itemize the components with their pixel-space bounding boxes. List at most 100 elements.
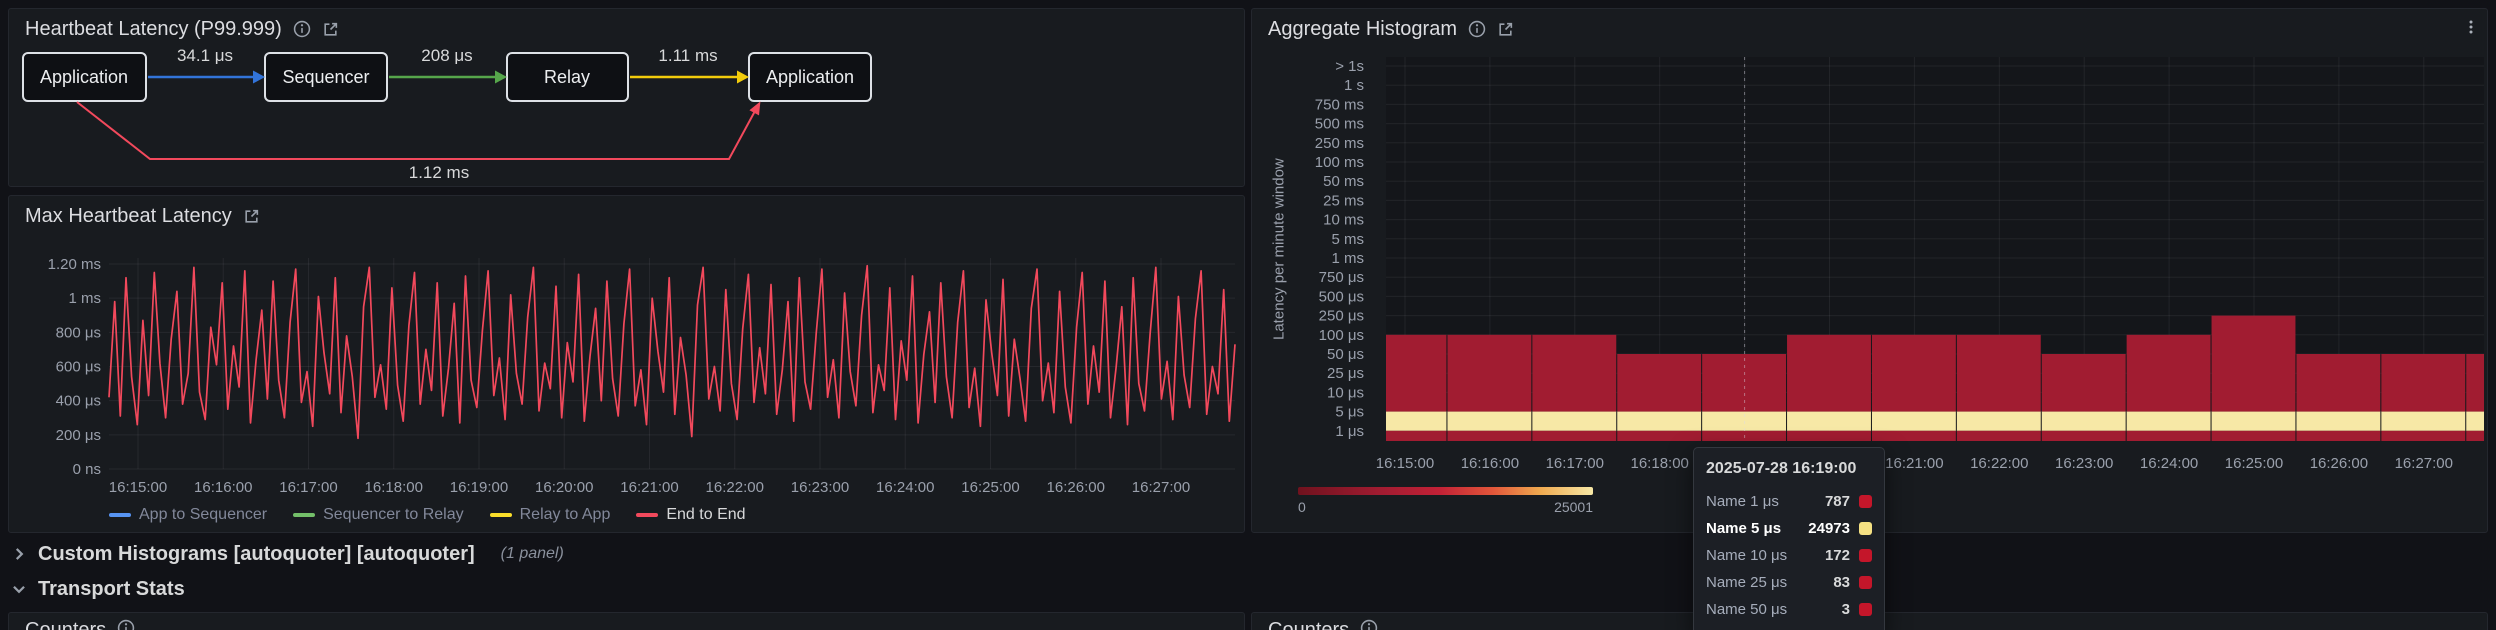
node-label: Application: [766, 67, 854, 87]
svg-text:10 ms: 10 ms: [1323, 212, 1364, 229]
svg-text:16:27:00: 16:27:00: [1132, 479, 1190, 496]
svg-text:25 ms: 25 ms: [1323, 192, 1364, 209]
tooltip-value: 24973: [1808, 520, 1850, 537]
legend-item[interactable]: Relay to App: [489, 506, 610, 524]
svg-text:200 μs: 200 μs: [56, 427, 101, 444]
panel-title[interactable]: Counters: [25, 619, 106, 630]
external-link-icon[interactable]: [243, 208, 260, 225]
svg-text:16:19:00: 16:19:00: [450, 479, 508, 496]
info-icon[interactable]: [1468, 20, 1486, 38]
legend-swatch: [109, 513, 131, 517]
svg-text:5 μs: 5 μs: [1335, 404, 1364, 421]
svg-text:16:25:00: 16:25:00: [961, 479, 1019, 496]
svg-text:16:23:00: 16:23:00: [791, 479, 849, 496]
svg-text:50 ms: 50 ms: [1323, 173, 1364, 190]
legend-swatch: [489, 513, 512, 517]
chevron-right-icon: [10, 545, 28, 563]
chart-legend: App to Sequencer Sequencer to Relay Relay …: [109, 506, 746, 524]
svg-text:16:16:00: 16:16:00: [1461, 455, 1519, 472]
svg-text:10 μs: 10 μs: [1327, 384, 1364, 401]
tooltip-series-label: Name 50 μs: [1706, 601, 1788, 618]
svg-text:1 ms: 1 ms: [68, 290, 101, 307]
svg-text:16:26:00: 16:26:00: [1047, 479, 1105, 496]
svg-text:500 ms: 500 ms: [1315, 116, 1364, 133]
panel-header: Aggregate Histogram: [1252, 9, 2487, 49]
svg-text:1.20 ms: 1.20 ms: [48, 256, 101, 273]
info-icon[interactable]: [1360, 619, 1378, 630]
tooltip-swatch: [1859, 522, 1872, 535]
tooltip-timestamp: 2025-07-28 16:19:00: [1706, 460, 1857, 477]
legend-swatch: [293, 513, 316, 517]
svg-text:16:24:00: 16:24:00: [876, 479, 934, 496]
panel-header: Heartbeat Latency (P99.999): [9, 9, 1244, 49]
legend-item[interactable]: End to End: [636, 506, 746, 524]
svg-text:16:24:00: 16:24:00: [2140, 455, 2198, 472]
legend-label: Sequencer to Relay: [323, 506, 464, 523]
svg-text:16:18:00: 16:18:00: [1631, 455, 1689, 472]
legend-swatch: [636, 513, 659, 517]
svg-text:25 μs: 25 μs: [1327, 365, 1364, 382]
panel-menu-icon[interactable]: [2463, 19, 2479, 40]
tooltip-row: Name 5 μs 24973: [1706, 515, 1872, 542]
row-transport-stats[interactable]: Transport Stats: [10, 576, 185, 602]
svg-text:> 1s: > 1s: [1335, 58, 1364, 75]
svg-text:1 s: 1 s: [1344, 77, 1364, 94]
row-custom-histograms[interactable]: Custom Histograms [autoquoter] [autoquot…: [10, 541, 564, 567]
info-icon[interactable]: [293, 20, 311, 38]
svg-text:16:25:00: 16:25:00: [2225, 455, 2283, 472]
tooltip-value: 172: [1824, 547, 1850, 564]
node-label: Relay: [544, 67, 590, 87]
row-title: Custom Histograms [autoquoter] [autoquot…: [38, 542, 475, 565]
color-scale-min: 0: [1298, 499, 1306, 515]
panel-title[interactable]: Max Heartbeat Latency: [25, 205, 232, 228]
svg-text:500 μs: 500 μs: [1319, 288, 1364, 305]
tooltip-swatch: [1859, 495, 1872, 508]
line-chart[interactable]: 1.20 ms 1 ms 800 μs 600 μs 400 μs 200 μs 0 ns 1…: [9, 196, 1246, 534]
node-label: Application: [40, 67, 128, 87]
tooltip-swatch: [1859, 603, 1872, 616]
edge-latency-label: 1.12 ms: [409, 163, 469, 182]
svg-text:16:20:00: 16:20:00: [535, 479, 593, 496]
panel-title[interactable]: Aggregate Histogram: [1268, 18, 1457, 41]
svg-text:0 ns: 0 ns: [73, 461, 101, 478]
panel-heartbeat-latency: Heartbeat Latency (P99.999) Application …: [8, 8, 1245, 187]
tooltip-series-label: Name 25 μs: [1706, 574, 1788, 591]
tooltip-value: 83: [1833, 574, 1850, 591]
panel-max-heartbeat-latency: Max Heartbeat Latency 1.20 ms 1 ms 800 μs 6…: [8, 195, 1245, 533]
panel-header: Counters: [9, 613, 1244, 630]
svg-text:5 ms: 5 ms: [1331, 231, 1364, 248]
panel-title[interactable]: Counters: [1268, 619, 1349, 630]
svg-text:16:22:00: 16:22:00: [1970, 455, 2028, 472]
node-label: Sequencer: [282, 67, 369, 87]
tooltip-swatch: [1859, 549, 1872, 562]
heatmap-tooltip: 2025-07-28 16:19:00 Name 1 μs 787 Name 5 μ…: [1693, 447, 1885, 630]
svg-text:16:22:00: 16:22:00: [706, 479, 764, 496]
svg-text:100 ms: 100 ms: [1315, 154, 1364, 171]
svg-text:250 ms: 250 ms: [1315, 135, 1364, 152]
svg-text:1 μs: 1 μs: [1335, 423, 1364, 440]
svg-text:750 μs: 750 μs: [1319, 269, 1364, 286]
svg-text:16:21:00: 16:21:00: [1885, 455, 1943, 472]
tooltip-series-label: Name 5 μs: [1706, 520, 1782, 537]
legend-label: End to End: [666, 506, 746, 523]
info-icon[interactable]: [117, 619, 135, 630]
legend-item[interactable]: App to Sequencer: [109, 506, 267, 524]
panel-title[interactable]: Heartbeat Latency (P99.999): [25, 18, 282, 41]
tooltip-swatch: [1859, 576, 1872, 589]
panel-header: Max Heartbeat Latency: [9, 196, 1244, 236]
svg-text:250 μs: 250 μs: [1319, 308, 1364, 325]
chevron-down-icon: [10, 580, 28, 598]
svg-text:16:15:00: 16:15:00: [109, 479, 167, 496]
y-axis-label: Latency per minute window: [1270, 158, 1288, 340]
tooltip-row: Name 1 μs 787: [1706, 488, 1872, 515]
external-link-icon[interactable]: [322, 21, 339, 38]
color-scale-gradient: [1298, 487, 1593, 495]
external-link-icon[interactable]: [1497, 21, 1514, 38]
svg-text:800 μs: 800 μs: [56, 324, 101, 341]
panel-aggregate-histogram: Aggregate Histogram Latency per minute w…: [1251, 8, 2488, 630]
svg-text:16:26:00: 16:26:00: [2310, 455, 2368, 472]
svg-text:16:18:00: 16:18:00: [365, 479, 423, 496]
color-scale-max: 25001: [1554, 499, 1593, 515]
legend-item[interactable]: Sequencer to Relay: [293, 506, 464, 524]
svg-text:16:16:00: 16:16:00: [194, 479, 252, 496]
